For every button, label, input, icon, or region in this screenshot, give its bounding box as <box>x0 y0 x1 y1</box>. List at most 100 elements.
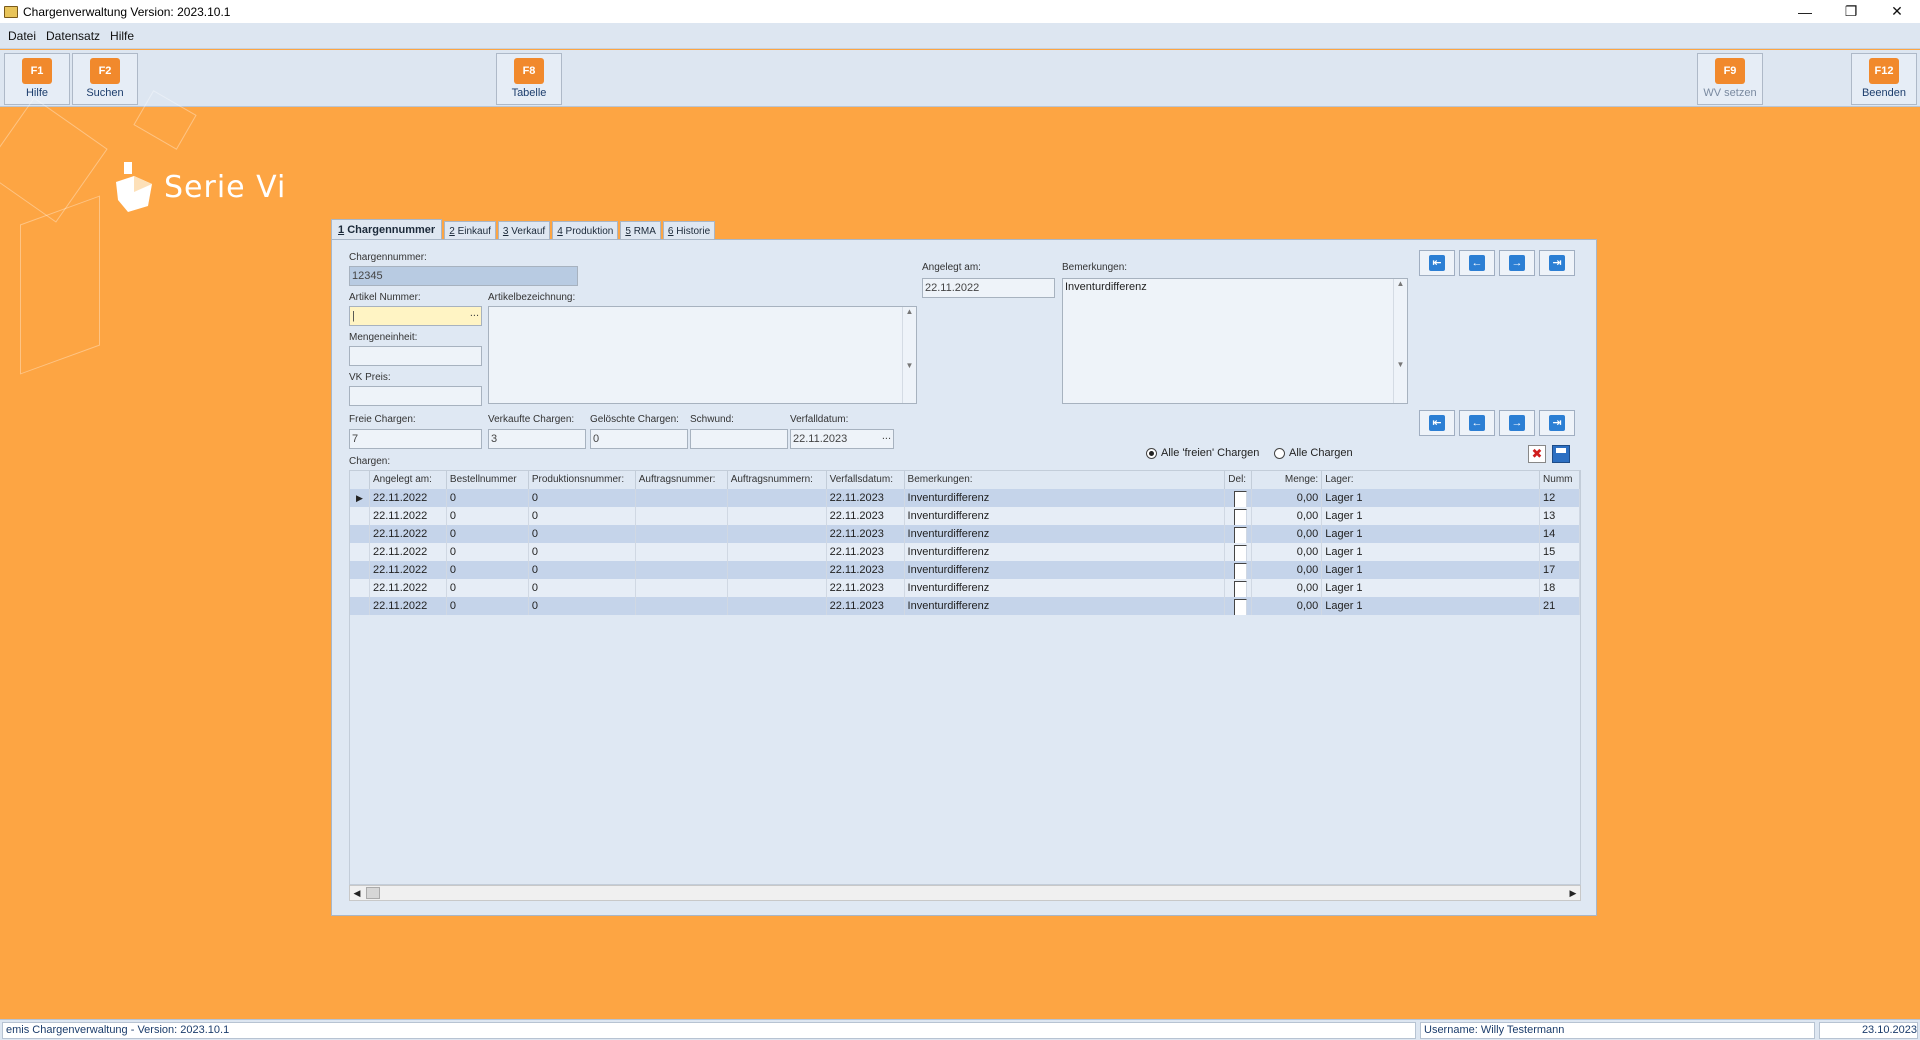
scrollbar[interactable]: ▲ ▼ <box>902 307 916 403</box>
column-header[interactable]: Bemerkungen: <box>905 471 1226 489</box>
scroll-right-icon[interactable]: ▶ <box>1566 886 1580 900</box>
table-cell[interactable] <box>728 525 827 543</box>
column-header[interactable]: Numm <box>1540 471 1580 489</box>
table-cell[interactable]: 0,00 <box>1252 579 1323 597</box>
table-cell[interactable]: 17 <box>1540 561 1580 579</box>
table-cell[interactable]: Inventurdifferenz <box>905 579 1226 597</box>
table-cell[interactable]: 22.11.2023 <box>827 489 905 507</box>
table-cell[interactable]: Lager 1 <box>1322 579 1541 597</box>
del-checkbox-cell[interactable] <box>1225 561 1253 579</box>
table-row[interactable]: 22.11.2022 0 0 22.11.2023 Inventurdifferenz 0… <box>350 525 1580 543</box>
table-cell[interactable]: 22.11.2022 <box>370 561 447 579</box>
table-cell[interactable]: Lager 1 <box>1322 525 1541 543</box>
table-cell[interactable]: Inventurdifferenz <box>905 489 1226 507</box>
table-cell[interactable]: 22.11.2022 <box>370 543 447 561</box>
table-cell[interactable] <box>636 561 728 579</box>
del-checkbox[interactable] <box>1234 545 1248 561</box>
del-checkbox-cell[interactable] <box>1225 507 1253 525</box>
table-cell[interactable]: 0 <box>447 579 529 597</box>
del-checkbox-cell[interactable] <box>1225 525 1253 543</box>
table-row[interactable]: 22.11.2022 0 0 22.11.2023 Inventurdifferenz 0… <box>350 597 1580 615</box>
table-cell[interactable]: 15 <box>1540 543 1580 561</box>
column-header[interactable]: Del: <box>1225 471 1253 489</box>
artikelbezeichnung-field[interactable]: ▲ ▼ <box>488 306 917 404</box>
del-checkbox[interactable] <box>1234 491 1248 507</box>
tab-produktion[interactable]: 4 Produktion <box>552 221 619 240</box>
close-button[interactable]: ✕ <box>1874 0 1920 23</box>
table-cell[interactable]: 22.11.2022 <box>370 507 447 525</box>
geloeschte-chargen-field[interactable]: 0 <box>590 429 688 449</box>
scrollbar[interactable]: ▲ ▼ <box>1393 279 1407 403</box>
table-cell[interactable]: 22.11.2022 <box>370 597 447 615</box>
bemerkungen-field[interactable]: Inventurdifferenz ▲ ▼ <box>1062 278 1408 404</box>
table-cell[interactable]: 0 <box>529 507 636 525</box>
table-cell[interactable] <box>636 597 728 615</box>
scroll-left-icon[interactable]: ◀ <box>350 886 364 900</box>
table-cell[interactable]: 22.11.2023 <box>827 525 905 543</box>
menu-datei[interactable]: Datei <box>8 29 36 43</box>
vk-preis-field[interactable] <box>349 386 482 406</box>
next-record-button[interactable]: → <box>1499 250 1535 276</box>
table-cell[interactable]: Inventurdifferenz <box>905 543 1226 561</box>
date-picker-button[interactable]: ... <box>882 430 891 442</box>
chargennummer-field[interactable]: 12345 <box>349 266 578 286</box>
last-charge-button[interactable]: ⇥ <box>1539 410 1575 436</box>
del-checkbox[interactable] <box>1234 599 1248 615</box>
del-checkbox[interactable] <box>1234 581 1248 597</box>
table-cell[interactable] <box>636 489 728 507</box>
table-cell[interactable] <box>728 507 827 525</box>
column-header[interactable]: Bestellnummer <box>447 471 529 489</box>
column-header[interactable]: Produktionsnummer: <box>529 471 636 489</box>
menu-datensatz[interactable]: Datensatz <box>46 29 100 43</box>
next-charge-button[interactable]: → <box>1499 410 1535 436</box>
table-cell[interactable] <box>636 543 728 561</box>
scrollbar-thumb[interactable] <box>366 887 380 899</box>
verfalldatum-field[interactable]: 22.11.2023... <box>790 429 894 449</box>
table-cell[interactable]: 0 <box>447 597 529 615</box>
table-row[interactable]: 22.11.2022 0 0 22.11.2023 Inventurdifferenz 0… <box>350 543 1580 561</box>
table-cell[interactable]: 0,00 <box>1252 543 1323 561</box>
column-header[interactable]: Auftragsnummer: <box>636 471 728 489</box>
table-cell[interactable]: 22.11.2022 <box>370 579 447 597</box>
table-row[interactable]: ▶ 22.11.2022 0 0 22.11.2023 Inventurdifferenz… <box>350 489 1580 507</box>
table-cell[interactable]: 0 <box>447 561 529 579</box>
del-checkbox-cell[interactable] <box>1225 579 1253 597</box>
f2-search-button[interactable]: F2 Suchen <box>72 53 138 105</box>
table-cell[interactable]: 0 <box>447 525 529 543</box>
table-cell[interactable]: 0 <box>529 489 636 507</box>
table-cell[interactable]: 13 <box>1540 507 1580 525</box>
table-cell[interactable]: 22.11.2022 <box>370 489 447 507</box>
table-cell[interactable]: Lager 1 <box>1322 561 1541 579</box>
artikel-lookup-button[interactable]: ... <box>470 307 479 319</box>
del-checkbox-cell[interactable] <box>1225 489 1253 507</box>
table-cell[interactable]: 0 <box>447 543 529 561</box>
table-cell[interactable] <box>636 507 728 525</box>
table-cell[interactable]: 0 <box>529 543 636 561</box>
table-cell[interactable]: 21 <box>1540 597 1580 615</box>
freie-chargen-field[interactable]: 7 <box>349 429 482 449</box>
del-checkbox[interactable] <box>1234 563 1248 579</box>
table-cell[interactable]: Inventurdifferenz <box>905 525 1226 543</box>
table-cell[interactable]: Lager 1 <box>1322 597 1541 615</box>
table-cell[interactable] <box>636 525 728 543</box>
minimize-button[interactable]: — <box>1782 0 1828 23</box>
first-charge-button[interactable]: ⇤ <box>1419 410 1455 436</box>
last-record-button[interactable]: ⇥ <box>1539 250 1575 276</box>
first-record-button[interactable]: ⇤ <box>1419 250 1455 276</box>
table-cell[interactable]: 0,00 <box>1252 489 1323 507</box>
artikel-nummer-field[interactable]: |... <box>349 306 482 326</box>
mengeneinheit-field[interactable] <box>349 346 482 366</box>
table-cell[interactable]: 0,00 <box>1252 561 1323 579</box>
f8-table-button[interactable]: F8 Tabelle <box>496 53 562 105</box>
previous-record-button[interactable]: ← <box>1459 250 1495 276</box>
table-cell[interactable]: 0 <box>529 597 636 615</box>
table-cell[interactable]: Lager 1 <box>1322 543 1541 561</box>
schwund-field[interactable] <box>690 429 788 449</box>
horizontal-scrollbar[interactable]: ◀ ▶ <box>349 885 1581 901</box>
radio-free-chargen[interactable]: Alle 'freien' Chargen <box>1146 447 1259 459</box>
table-cell[interactable]: 0,00 <box>1252 597 1323 615</box>
f9-wv-setzen-button[interactable]: F9 WV setzen <box>1697 53 1763 105</box>
verkaufte-chargen-field[interactable]: 3 <box>488 429 586 449</box>
table-cell[interactable]: 22.11.2022 <box>370 525 447 543</box>
column-header[interactable]: Menge: <box>1252 471 1323 489</box>
